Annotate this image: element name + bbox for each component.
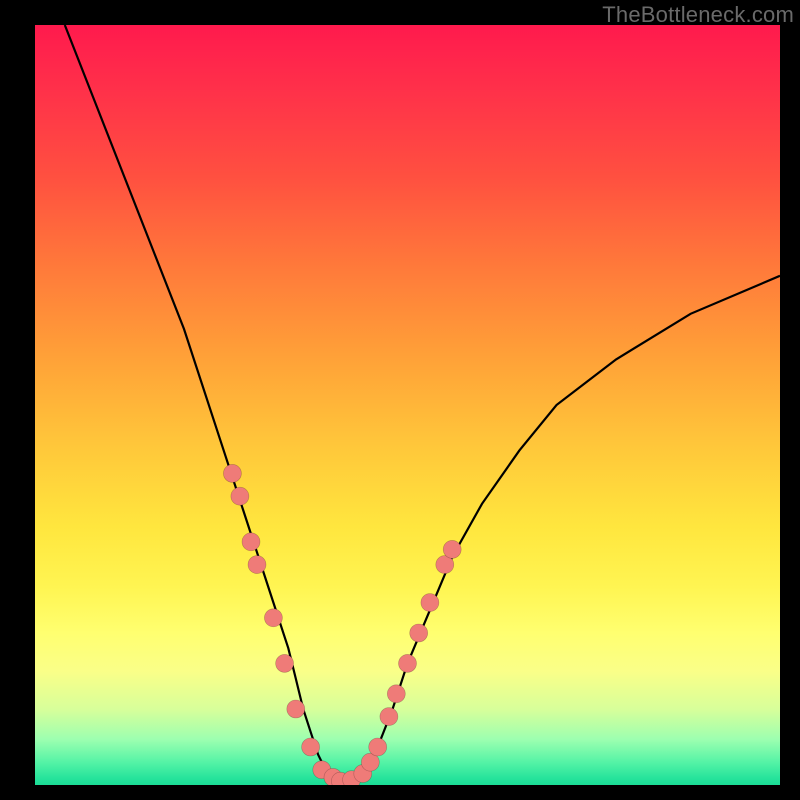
data-marker	[248, 556, 266, 574]
watermark-text: TheBottleneck.com	[602, 2, 794, 28]
plot-area	[35, 25, 780, 785]
data-marker	[223, 464, 241, 482]
data-marker	[369, 738, 387, 756]
data-marker	[302, 738, 320, 756]
curve-group	[65, 25, 780, 781]
data-marker	[276, 654, 294, 672]
marker-group	[223, 464, 461, 785]
data-marker	[231, 487, 249, 505]
data-marker	[287, 700, 305, 718]
data-marker	[380, 708, 398, 726]
chart-frame: TheBottleneck.com	[0, 0, 800, 800]
chart-svg	[35, 25, 780, 785]
data-marker	[443, 540, 461, 558]
bottleneck-curve	[65, 25, 780, 781]
data-marker	[410, 624, 428, 642]
data-marker	[387, 685, 405, 703]
data-marker	[399, 654, 417, 672]
data-marker	[242, 533, 260, 551]
data-marker	[264, 609, 282, 627]
data-marker	[421, 594, 439, 612]
